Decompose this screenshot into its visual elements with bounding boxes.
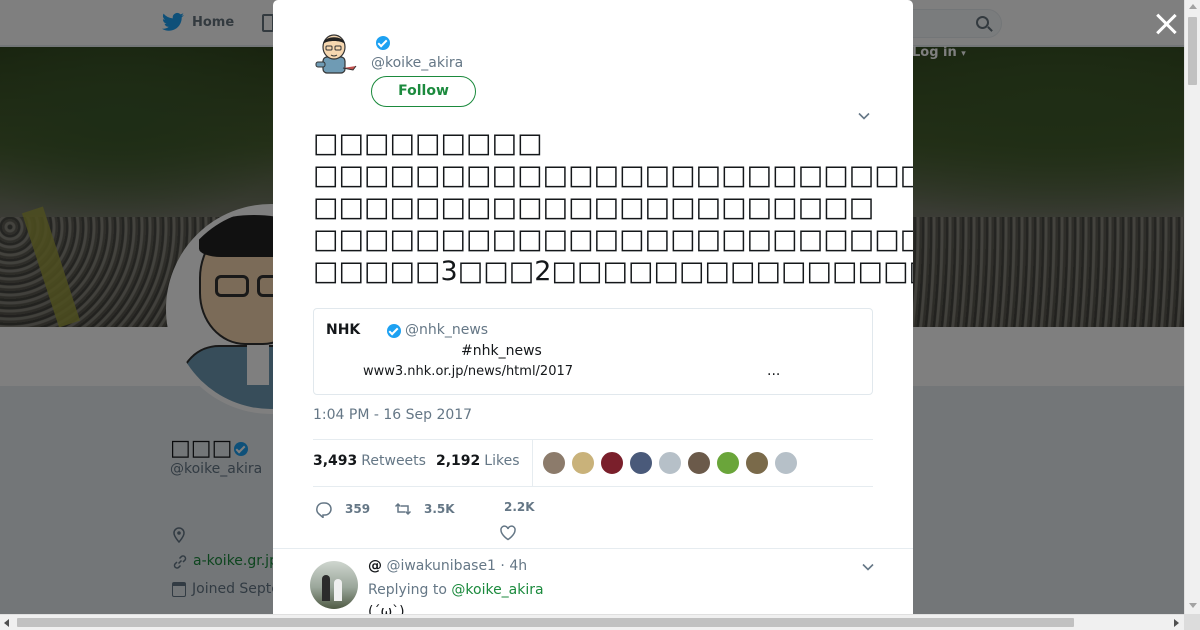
chevron-down-icon[interactable]	[858, 110, 870, 122]
retweet-count: 3.5K	[424, 502, 455, 516]
chevron-down-icon[interactable]	[862, 561, 874, 573]
reply-author-handle[interactable]: @iwakunibase1	[386, 558, 496, 574]
scrollbar-corner	[1184, 614, 1200, 630]
liker-avatar[interactable]	[716, 451, 740, 475]
retweets-stat[interactable]: 3,493 Retweets	[313, 453, 426, 469]
close-icon[interactable]	[1154, 12, 1178, 36]
quoted-hashtag[interactable]: #nhk_news	[461, 343, 542, 359]
retweets-count: 3,493	[313, 453, 358, 469]
tweet-modal: @koike_akira Follow □□□□□□□□□ □□□□□□□□□□…	[273, 0, 913, 614]
likes-count: 2,192	[436, 453, 481, 469]
verified-badge-icon	[376, 36, 390, 50]
quoted-ellipsis: ...	[767, 363, 781, 379]
tweet-stats: 3,493 Retweets 2,192 Likes	[313, 439, 873, 487]
liker-avatar[interactable]	[600, 451, 624, 475]
stats-divider	[532, 440, 533, 487]
liker-avatar[interactable]	[629, 451, 653, 475]
reply-divider	[273, 548, 913, 549]
follow-button[interactable]: Follow	[371, 76, 476, 107]
reply-avatar[interactable]	[310, 561, 358, 609]
reply-header: @ @iwakunibase1 · 4h	[368, 558, 527, 574]
likes-label: Likes	[484, 453, 520, 469]
retweets-label: Retweets	[361, 453, 426, 469]
tweet-text-line: □□□□□3□□□2□□□□□□□□□□□□□□□□□□□□□□	[313, 256, 913, 287]
horizontal-scrollbar[interactable]	[0, 614, 1184, 630]
liker-avatar[interactable]	[687, 451, 711, 475]
reply-author-name[interactable]: @	[368, 558, 382, 574]
tweet-text: □□□□□□□□□ □□□□□□□□□□□□□□□□□□□□□□□□ □□□□□□…	[313, 128, 913, 288]
tweet-text-line: □□□□□□□□□□□□□□□□□□□□□□	[313, 192, 875, 223]
reply-time[interactable]: · 4h	[500, 558, 527, 574]
reply-icon	[316, 502, 332, 518]
scroll-left-arrow-icon[interactable]	[4, 619, 9, 627]
like-action[interactable]: 2.2K	[504, 500, 535, 514]
reply-text: (´ω`)	[368, 604, 405, 614]
reply-count: 359	[345, 502, 371, 516]
avatar-figure	[322, 575, 330, 601]
replying-to-label: Replying to	[368, 582, 447, 598]
liker-avatar[interactable]	[658, 451, 682, 475]
retweet-action[interactable]: 3.5K	[394, 500, 455, 518]
author-handle[interactable]: @koike_akira	[371, 55, 463, 71]
liker-avatars	[542, 451, 798, 475]
liker-avatar[interactable]	[542, 451, 566, 475]
liker-avatar[interactable]	[774, 451, 798, 475]
scroll-right-arrow-icon[interactable]	[1174, 619, 1179, 627]
liker-avatar[interactable]	[571, 451, 595, 475]
reply-action[interactable]: 359	[315, 500, 370, 518]
quoted-url[interactable]: www3.nhk.or.jp/news/html/2017	[363, 364, 573, 379]
tweet-text-line: □□□□□□□□□□□□□□□□□□□□□□□□□□□□□□□□□□□□□□□□…	[313, 224, 913, 255]
avatar-figure	[334, 579, 342, 601]
tweet-text-line: □□□□□□□□□	[313, 128, 543, 159]
tweet-actions: 359 3.5K 2.2K	[313, 496, 873, 544]
vertical-scroll-thumb[interactable]	[1188, 17, 1197, 85]
quoted-tweet-card[interactable]: NHK @nhk_news #nhk_news www3.nhk.or.jp/n…	[313, 308, 873, 395]
verified-badge-icon	[387, 324, 401, 338]
like-count: 2.2K	[504, 500, 535, 514]
replying-to-handle[interactable]: @koike_akira	[451, 582, 543, 598]
heart-icon[interactable]	[499, 524, 517, 542]
quoted-author-handle: @nhk_news	[405, 322, 489, 338]
tweet-timestamp[interactable]: 1:04 PM - 16 Sep 2017	[313, 407, 472, 423]
horizontal-scroll-thumb[interactable]	[17, 618, 1074, 627]
quoted-author-name: NHK	[326, 322, 361, 338]
likes-stat[interactable]: 2,192 Likes	[436, 453, 520, 469]
scroll-down-arrow-icon[interactable]	[1189, 603, 1197, 608]
scroll-up-arrow-icon[interactable]	[1189, 4, 1197, 9]
liker-avatar[interactable]	[745, 451, 769, 475]
author-avatar[interactable]	[313, 30, 361, 78]
tweet-text-line: □□□□□□□□□□□□□□□□□□□□□□□□□□□□□□□□□□□□□□□□…	[313, 160, 913, 191]
vertical-scrollbar[interactable]	[1184, 0, 1200, 614]
replying-to: Replying to @koike_akira	[368, 582, 544, 598]
retweet-icon	[394, 502, 412, 516]
